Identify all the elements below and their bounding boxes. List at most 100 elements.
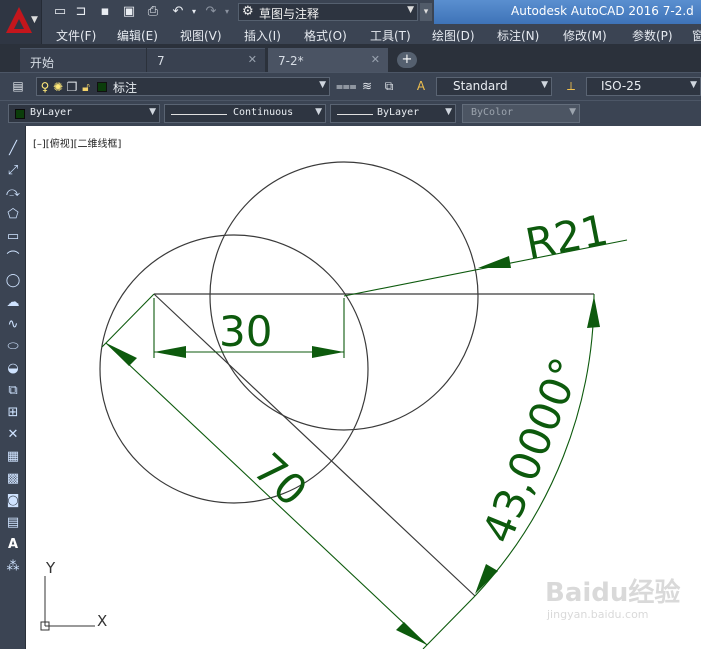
text-style-dropdown[interactable]: Standard ▼ <box>436 77 552 96</box>
ellipse-icon[interactable]: ⬭ <box>4 338 22 356</box>
ucs-icon <box>40 576 95 631</box>
watermark-logo: Baidu经验 jingyan.baidu.com <box>545 572 695 630</box>
menu-tools[interactable]: 工具(T) <box>370 27 411 44</box>
open-file-icon[interactable]: ⊐ <box>73 4 89 20</box>
menu-bar: 文件(F) 编辑(E) 视图(V) 插入(I) 格式(O) 工具(T) 绘图(D… <box>42 24 701 44</box>
workspace-switcher[interactable]: ⚙ 草图与注释 ▼ <box>238 3 418 21</box>
polyline-icon[interactable]: ⤼ <box>4 184 22 202</box>
app-title: Autodesk AutoCAD 2016 7-2.d <box>511 4 694 18</box>
chevron-down-icon: ▼ <box>690 80 697 90</box>
point-icon[interactable]: ✕ <box>4 426 22 444</box>
layer-dropdown[interactable]: ♀ ✺ ❐ 🔓︎ 标注 ▼ <box>36 77 330 96</box>
dimension-style-value: ISO-25 <box>601 79 642 93</box>
arrowhead-icon <box>475 564 498 594</box>
chevron-down-icon: ▼ <box>149 107 156 117</box>
revision-cloud-icon[interactable]: ☁ <box>4 294 22 312</box>
hatch-icon[interactable]: ▦ <box>4 448 22 466</box>
drawing-canvas[interactable]: [–][俯视][二维线框] 30 R21 70 43,0000° Y X Bai… <box>27 126 701 649</box>
arc-icon[interactable]: ⌒ <box>4 250 22 268</box>
line-icon[interactable]: ╱ <box>4 140 22 158</box>
region-icon[interactable]: ◙ <box>4 492 22 510</box>
polygon-icon[interactable]: ⬠ <box>4 206 22 224</box>
lineweight-value: ByLayer <box>377 107 420 118</box>
tab-7-2[interactable]: 7-2* ✕ <box>268 48 388 72</box>
menu-dimension[interactable]: 标注(N) <box>497 27 539 44</box>
watermark-brand: Baidu经验 <box>545 578 681 608</box>
ucs-y-label: Y <box>45 559 56 577</box>
dimension-style-dropdown[interactable]: ISO-25 ▼ <box>586 77 701 96</box>
make-block-icon[interactable]: ⊞ <box>4 404 22 422</box>
file-tab-bar: 开始 7 ✕ 7-2* ✕ <box>0 44 701 72</box>
menu-view[interactable]: 视图(V) <box>180 27 222 44</box>
redo-icon[interactable]: ↷ <box>203 4 219 20</box>
chevron-down-icon: ▼ <box>31 15 38 25</box>
menu-file[interactable]: 文件(F) <box>56 27 96 44</box>
color-dropdown[interactable]: ByLayer ▼ <box>8 104 160 123</box>
plotstyle-value: ByColor <box>471 107 514 118</box>
dimension-text-aligned: 70 <box>244 443 317 515</box>
arrowhead-icon <box>587 296 600 328</box>
menu-parameters[interactable]: 参数(P) <box>632 27 673 44</box>
arrowhead-icon <box>478 256 511 268</box>
layer-previous-icon[interactable]: ≋ <box>358 77 376 95</box>
chevron-down-icon: ▼ <box>569 107 576 117</box>
sun-icon: ✺ <box>52 80 64 94</box>
make-current-layer-icon[interactable]: ⩶ <box>336 77 357 95</box>
ellipse-arc-icon[interactable]: ◒ <box>4 360 22 378</box>
table-icon[interactable]: ▤ <box>4 514 22 532</box>
close-icon[interactable]: ✕ <box>371 53 380 66</box>
tab-start[interactable]: 开始 <box>20 48 146 72</box>
new-tab-button[interactable]: + <box>397 52 417 68</box>
undo-dropdown-icon[interactable]: ▾ <box>186 4 202 20</box>
linetype-value: Continuous <box>233 107 294 118</box>
undo-icon[interactable]: ↶ <box>170 4 186 20</box>
spline-icon[interactable]: ∿ <box>4 316 22 334</box>
menu-insert[interactable]: 插入(I) <box>244 27 281 44</box>
arrowhead-icon <box>312 346 344 358</box>
tab-label: 开始 <box>30 56 55 70</box>
construction-line-icon[interactable]: ⤢ <box>4 162 22 180</box>
watermark-url: jingyan.baidu.com <box>547 608 649 621</box>
new-file-icon[interactable]: ▭ <box>52 4 68 20</box>
extension-line-aligned-bottom <box>422 595 476 649</box>
insert-block-icon[interactable]: ⧉ <box>4 382 22 400</box>
redo-dropdown-icon[interactable]: ▾ <box>219 4 235 20</box>
lineweight-dropdown[interactable]: ByLayer ▼ <box>330 104 456 123</box>
chevron-down-icon: ▼ <box>319 80 326 90</box>
lock-icon: 🔓︎ <box>82 80 90 94</box>
gear-icon: ⚙ <box>242 4 254 19</box>
customize-quick-access-icon[interactable]: ▾ <box>420 3 432 21</box>
arrowhead-icon <box>154 346 186 358</box>
layer-state-icon[interactable]: ⧉ <box>380 77 398 95</box>
save-as-icon[interactable]: ▣ <box>121 4 137 20</box>
circle-icon[interactable]: ◯ <box>4 272 22 290</box>
multiline-text-icon[interactable]: A <box>4 536 22 554</box>
menu-format[interactable]: 格式(O) <box>304 27 347 44</box>
extension-line-aligned-top <box>101 293 155 348</box>
arrowhead-icon <box>106 343 137 366</box>
menu-modify[interactable]: 修改(M) <box>563 27 607 44</box>
menu-draw[interactable]: 绘图(D) <box>432 27 475 44</box>
menu-edit[interactable]: 编辑(E) <box>117 27 158 44</box>
rectangle-icon[interactable]: ▭ <box>4 228 22 246</box>
title-bar: ▭ ⊐ ▪ ▣ ⎙ ↶ ▾ ↷ ▾ ⚙ 草图与注释 ▼ ▾ Autodesk A… <box>0 0 701 24</box>
dimension-style-icon[interactable]: ⟂ <box>562 77 580 95</box>
close-icon[interactable]: ✕ <box>248 53 257 66</box>
chevron-down-icon: ▼ <box>445 107 452 117</box>
linetype-dropdown[interactable]: Continuous ▼ <box>164 104 326 123</box>
lightbulb-icon: ♀ <box>40 80 50 94</box>
application-menu-button[interactable]: ▼ <box>0 0 42 44</box>
print-icon[interactable]: ⎙ <box>145 4 161 20</box>
text-style-icon[interactable]: A <box>412 77 430 95</box>
gradient-icon[interactable]: ▩ <box>4 470 22 488</box>
menu-window[interactable]: 窗 <box>692 27 701 44</box>
diagonal-line <box>153 293 476 597</box>
layer-style-toolbar: ▤ ♀ ✺ ❐ 🔓︎ 标注 ▼ ⩶ ≋ ⧉ A Standard ▼ ⟂ ISO… <box>0 72 701 100</box>
text-style-value: Standard <box>453 79 508 93</box>
save-icon[interactable]: ▪ <box>97 4 113 20</box>
tab-7[interactable]: 7 ✕ <box>147 48 265 72</box>
add-selected-icon[interactable]: ⁂ <box>4 558 22 576</box>
layer-properties-icon[interactable]: ▤ <box>9 77 27 95</box>
draw-palette: ╱ ⤢ ⤼ ⬠ ▭ ⌒ ◯ ☁ ∿ ⬭ ◒ ⧉ ⊞ ✕ ▦ ▩ ◙ ▤ A ⁂ <box>0 126 26 649</box>
plotstyle-dropdown: ByColor ▼ <box>462 104 580 123</box>
